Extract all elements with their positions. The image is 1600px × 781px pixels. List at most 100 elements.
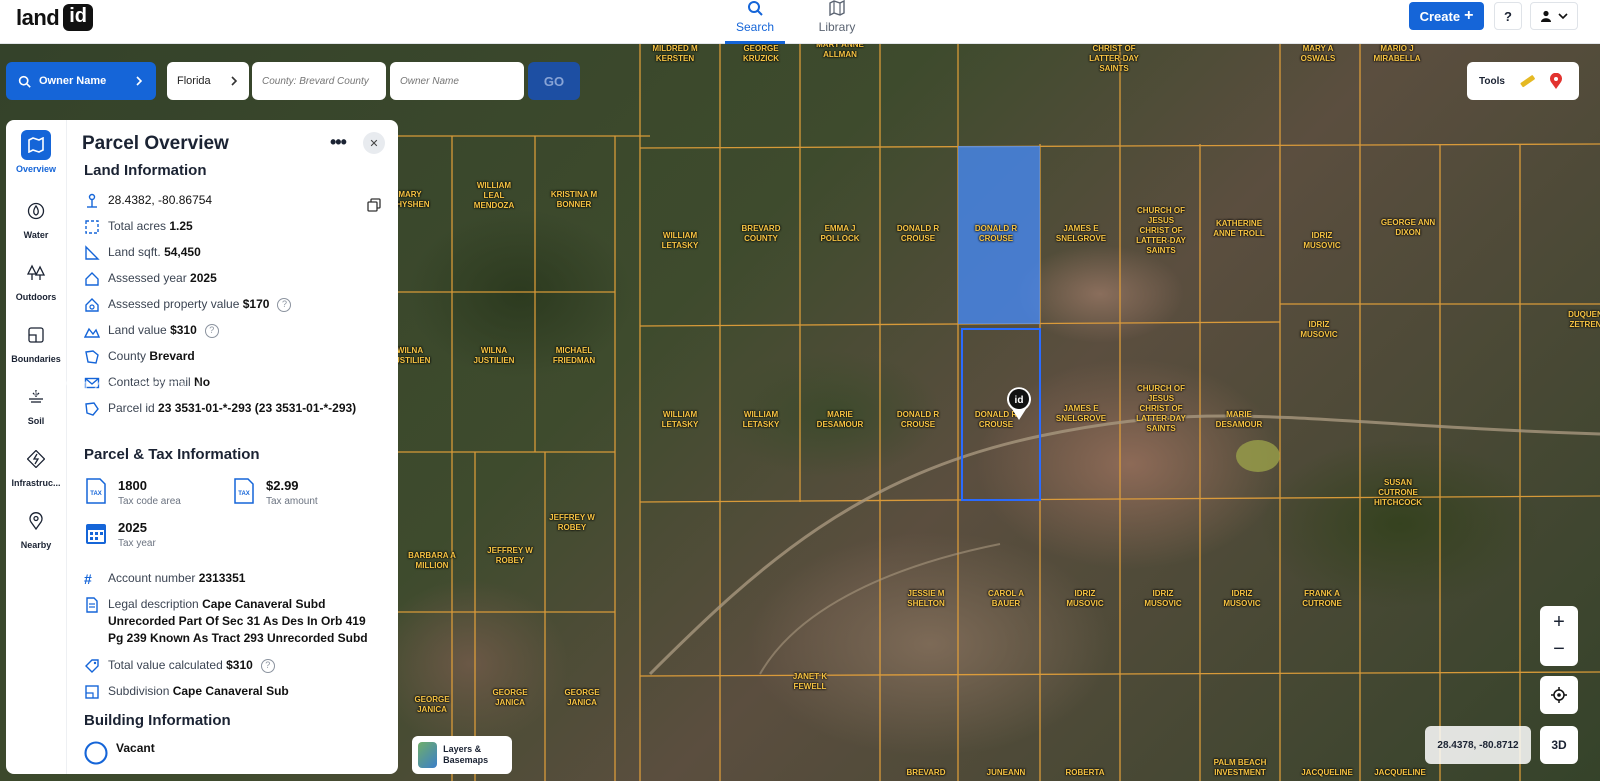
owner-label: FRANK A CUTRONE xyxy=(1302,589,1342,608)
svg-text:id: id xyxy=(1015,395,1024,406)
rail-item-water[interactable]: Water xyxy=(6,196,66,240)
state-select[interactable]: Florida xyxy=(167,62,249,100)
owner-label: BARBARA A MILLION xyxy=(408,551,456,570)
ruler-icon[interactable] xyxy=(1519,73,1535,89)
owner-label: MARIE DESAMOUR xyxy=(816,410,864,429)
owner-label: KATHERINE ANNE TROLL xyxy=(1213,219,1265,238)
rail-label: Soil xyxy=(27,416,45,426)
owner-label: MILDRED M KERSTEN xyxy=(652,44,698,63)
owner-label: IDRIZ MUSOVIC xyxy=(1303,231,1341,250)
owner-label: JANET K FEWELL xyxy=(792,672,828,691)
owner-field-wrap xyxy=(390,62,524,100)
owner-label: GEORGE KRUZICK xyxy=(743,44,779,63)
mls-watermark: A12071143 - SEFMLS© 2026 xyxy=(6,378,295,401)
land-info-heading: Land Information xyxy=(84,162,207,179)
svg-text:TAX: TAX xyxy=(90,491,102,497)
assessed-year-label: Assessed year xyxy=(108,271,187,285)
owner-label: WILLIAM LETASKY xyxy=(742,410,780,429)
location-pin-icon[interactable] xyxy=(1549,72,1563,90)
user-menu-button[interactable] xyxy=(1530,2,1578,30)
building-info-heading: Building Information xyxy=(84,712,231,729)
value-tag-icon xyxy=(85,659,99,673)
land-sqft-row: Land sqft. 54,450 xyxy=(84,244,384,261)
owner-label: IDRIZ MUSOVIC xyxy=(1144,589,1182,608)
pin-icon xyxy=(21,506,51,536)
tab-search[interactable]: Search xyxy=(725,0,785,44)
owner-label: BREVARD xyxy=(906,768,946,777)
tax-info-heading: Parcel & Tax Information xyxy=(84,446,260,463)
owner-label: KRISTINA M BONNER xyxy=(550,190,598,209)
tax-year-block: 2025 Tax year xyxy=(84,520,156,549)
building-icon xyxy=(84,741,108,765)
hash-icon: # xyxy=(84,571,92,587)
chevron-down-icon xyxy=(1558,13,1568,20)
close-button[interactable]: ✕ xyxy=(363,132,385,154)
parcel-overview-panel: Parcel Overview ••• ✕ Land Information 2… xyxy=(66,120,398,774)
zoom-in-button[interactable]: + xyxy=(1553,611,1565,634)
zoom-control: + − xyxy=(1540,606,1578,666)
owner-label: DUQUENNEZETRENNE xyxy=(1568,310,1600,329)
rail-item-outdoors[interactable]: Outdoors xyxy=(6,258,66,302)
owner-label: WILLIAM LETASKY xyxy=(661,410,699,429)
owner-label: GEORGE JANICA xyxy=(414,695,450,714)
zoom-out-button[interactable]: − xyxy=(1553,638,1565,661)
create-button[interactable]: Create + xyxy=(1409,2,1484,30)
trees-icon xyxy=(21,258,51,288)
water-icon xyxy=(21,196,51,226)
subdivision-icon xyxy=(85,685,99,699)
rail-item-boundaries[interactable]: Boundaries xyxy=(6,320,66,364)
total-calc-row: Total value calculated $310? xyxy=(84,657,384,674)
crosshair-icon xyxy=(1551,687,1567,703)
owner-label: MARIO J MIRABELLA xyxy=(1373,44,1421,63)
tax-amount-value: $2.99 xyxy=(266,478,299,493)
legal-row: Legal description Cape Canaveral Subd Un… xyxy=(84,596,384,647)
rail-label: Overview xyxy=(15,164,57,174)
owner-label: IDRIZ MUSOVIC xyxy=(1066,589,1104,608)
rail-item-nearby[interactable]: Nearby xyxy=(6,506,66,550)
info-icon[interactable]: ? xyxy=(204,323,219,338)
landid-pin-icon[interactable]: id xyxy=(1004,385,1034,421)
info-icon[interactable]: ? xyxy=(260,658,275,673)
toggle-3d-button[interactable]: 3D xyxy=(1540,726,1578,764)
building-row: Vacant xyxy=(84,740,384,765)
county-field-wrap xyxy=(252,62,386,100)
subdivision-value: Cape Canaveral Sub xyxy=(172,684,289,698)
house-dollar-icon xyxy=(85,298,99,312)
search-icon xyxy=(18,75,31,88)
legal-label: Legal description xyxy=(108,597,199,611)
total-acres-value: 1.25 xyxy=(169,219,193,233)
chevron-right-icon xyxy=(231,76,238,86)
owner-name-search-mode[interactable]: Owner Name xyxy=(6,62,156,100)
owner-label: JACQUELINE xyxy=(1301,768,1353,777)
cursor-coordinates: 28.4378, -80.8712 xyxy=(1425,726,1531,764)
coordinates-icon xyxy=(87,193,97,208)
landid-logo[interactable]: land id xyxy=(16,4,94,31)
copy-icon[interactable] xyxy=(367,198,381,212)
county-input[interactable] xyxy=(262,75,376,87)
tools-label: Tools xyxy=(1479,75,1505,87)
help-button[interactable]: ? xyxy=(1494,2,1522,30)
owner-label: DONALD R CROUSE xyxy=(896,224,940,243)
rail-item-overview[interactable]: Overview xyxy=(6,130,66,174)
owner-label: PALM BEACH INVESTMENT xyxy=(1213,758,1267,777)
owner-name-input[interactable] xyxy=(400,75,514,87)
tab-library[interactable]: Library xyxy=(807,0,867,44)
rail-item-infrastructure[interactable]: Infrastruc... xyxy=(6,444,66,488)
locate-button[interactable] xyxy=(1540,676,1578,714)
layers-basemaps-button[interactable]: Layers & Basemaps xyxy=(412,736,512,774)
logo-box: id xyxy=(63,4,94,31)
go-button[interactable]: GO xyxy=(528,62,580,100)
assessed-value-label: Assessed property value xyxy=(108,297,240,311)
document-icon xyxy=(86,597,98,613)
page-title: Parcel Overview xyxy=(82,133,229,154)
rail-label: Boundaries xyxy=(11,354,61,364)
owner-label: DONALD R CROUSE xyxy=(974,224,1018,243)
owner-label: SUSAN CUTRONE HITCHCOCK xyxy=(1374,478,1422,507)
county-value: Brevard xyxy=(149,349,195,363)
map-icon xyxy=(21,130,51,160)
total-calc-value: $310 xyxy=(226,658,253,672)
more-options-button[interactable]: ••• xyxy=(330,132,347,153)
info-icon[interactable]: ? xyxy=(277,297,292,312)
chevron-right-icon xyxy=(136,76,143,86)
owner-label: JEFFREY W ROBEY xyxy=(487,546,533,565)
